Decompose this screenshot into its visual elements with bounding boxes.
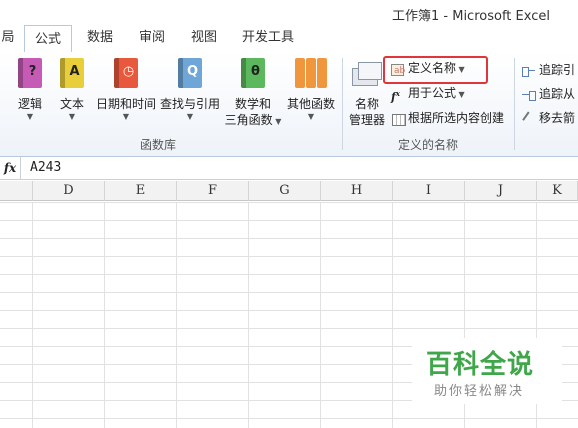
name-manager-icon — [352, 60, 382, 86]
name-manager-label-line2: 管理器 — [348, 113, 385, 127]
datetime-label: 日期和时间 — [95, 97, 156, 111]
name-manager-button[interactable]: 名称 管理器 — [346, 56, 388, 128]
math-book-icon: θ — [241, 58, 265, 88]
chevron-down-icon: ▼ — [68, 112, 76, 121]
define-name-icon: ab — [391, 62, 405, 76]
chevron-down-icon: ▼ — [26, 112, 34, 121]
row-header-corner[interactable] — [0, 181, 33, 201]
more-functions-label: 其他函数 — [286, 97, 335, 111]
remove-arrows-icon — [522, 110, 538, 127]
ribbon: ? 逻辑 ▼ A 文本 ▼ ◷ 日期和时间 ▼ Q 查找与引用 ▼ θ 数学和 … — [0, 52, 578, 157]
trace-precedents-icon — [522, 64, 536, 78]
tab-home-partial[interactable]: 局 — [0, 24, 16, 51]
define-name-label: 定义名称 — [408, 61, 457, 75]
create-from-selection-label: 根据所选内容创建 — [408, 111, 505, 125]
ribbon-tabs: 局 公式 数据 审阅 视图 开发工具 — [0, 24, 578, 76]
remove-arrows-label: 移去箭 — [539, 111, 576, 125]
trace-dependents-button[interactable]: 追踪从 — [522, 85, 575, 103]
grid-create-icon — [391, 112, 406, 126]
tab-formulas[interactable]: 公式 — [24, 25, 72, 53]
column-header-h[interactable]: H — [321, 181, 393, 201]
trace-dependents-label: 追踪从 — [539, 87, 576, 101]
watermark-title: 百科全说 — [426, 350, 535, 380]
trace-precedents-label: 追踪引 — [539, 63, 576, 77]
watermark-subtitle: 助你轻松解决 — [434, 384, 525, 399]
lookup-reference-button[interactable]: Q 查找与引用 ▼ — [159, 56, 221, 122]
tab-developer[interactable]: 开发工具 — [236, 24, 300, 51]
group-separator — [342, 58, 343, 150]
lookup-label: 查找与引用 — [159, 97, 220, 111]
more-functions-books-icon — [295, 58, 327, 88]
chevron-down-icon: ▼ — [186, 112, 194, 121]
logic-book-icon: ? — [18, 58, 42, 88]
trace-precedents-button[interactable]: 追踪引 — [522, 61, 575, 79]
lookup-book-icon: Q — [178, 58, 202, 88]
datetime-book-icon: ◷ — [114, 58, 138, 88]
math-label: 数学和 — [234, 97, 271, 111]
watermark: 百科全说 助你轻松解决 — [412, 338, 562, 404]
window-title: 工作簿1 - Microsoft Excel — [392, 9, 550, 24]
tab-data[interactable]: 数据 — [80, 24, 120, 51]
define-name-button[interactable]: ab 定义名称 ▼ — [391, 59, 465, 77]
title-bar: 工作簿1 - Microsoft Excel — [0, 0, 578, 24]
column-header-j[interactable]: J — [465, 181, 537, 201]
math-trig-button[interactable]: θ 数学和 三角函数 ▼ — [223, 56, 283, 130]
column-header-d[interactable]: D — [33, 181, 105, 201]
tab-review[interactable]: 审阅 — [132, 24, 172, 51]
function-library-group-label: 函数库 — [140, 138, 177, 152]
name-manager-label: 名称 — [354, 97, 379, 111]
create-from-selection-button[interactable]: 根据所选内容创建 — [391, 109, 504, 127]
more-functions-button[interactable]: 其他函数 ▼ — [285, 56, 337, 122]
column-header-e[interactable]: E — [105, 181, 177, 201]
use-in-formula-button[interactable]: fx 用于公式 ▼ — [391, 84, 465, 104]
column-header-k[interactable]: K — [537, 181, 578, 201]
formula-input[interactable]: A243 — [30, 157, 61, 179]
chevron-down-icon: ▼ — [122, 112, 130, 121]
column-header-f[interactable]: F — [177, 181, 249, 201]
logic-button[interactable]: ? 逻辑 ▼ — [10, 56, 50, 122]
formula-bar: fx A243 — [0, 157, 578, 180]
text-button[interactable]: A 文本 ▼ — [52, 56, 92, 122]
use-in-formula-label: 用于公式 — [408, 86, 457, 100]
fx-icon: fx — [391, 88, 400, 104]
math-label-line2: 三角函数 ▼ — [224, 113, 282, 127]
defined-names-group-label: 定义的名称 — [398, 138, 459, 152]
group-separator — [514, 58, 515, 150]
chevron-down-icon: ▼ — [307, 112, 315, 121]
remove-arrows-button[interactable]: 移去箭 — [522, 109, 575, 127]
column-header-i[interactable]: I — [393, 181, 465, 201]
column-header-g[interactable]: G — [249, 181, 321, 201]
datetime-button[interactable]: ◷ 日期和时间 ▼ — [94, 56, 158, 122]
tab-view[interactable]: 视图 — [184, 24, 224, 51]
trace-dependents-icon — [522, 88, 536, 102]
logic-label: 逻辑 — [17, 97, 42, 111]
insert-function-icon[interactable]: fx — [0, 157, 21, 179]
text-label: 文本 — [59, 97, 84, 111]
text-book-icon: A — [60, 58, 84, 88]
